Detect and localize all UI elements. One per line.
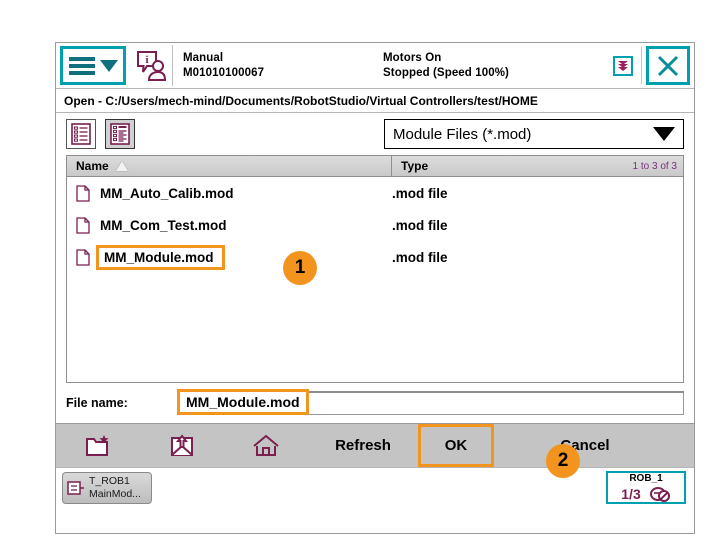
- motors-status-label: Motors On: [383, 52, 442, 64]
- column-header-type-label: Type: [401, 159, 429, 173]
- step-badge-2: 2: [546, 444, 580, 478]
- file-name-input-value: MM_Module.mod: [177, 389, 309, 415]
- controller-id-label: M01010100067: [183, 67, 265, 79]
- task-button-t-rob1[interactable]: T_ROB1 MainMod...: [62, 471, 152, 504]
- file-toolbar: Module Files (*.mod): [56, 113, 694, 155]
- table-row[interactable]: MM_Auto_Calib.mod .mod file: [67, 177, 683, 209]
- motor-status-group: Motors On Stopped (Speed 100%): [383, 52, 613, 79]
- list-view-icon: [71, 123, 91, 145]
- operator-info-icon: i: [137, 50, 166, 81]
- file-row-mm-module[interactable]: MM_Module.mod .mod file: [67, 241, 683, 273]
- task-module-label: MainMod...: [89, 487, 141, 500]
- quickset-fraction-label: 1/3: [621, 485, 641, 502]
- file-name-cell: MM_Com_Test.mod: [100, 218, 392, 233]
- file-type-label: .mod file: [392, 249, 448, 265]
- file-type-filter-value: Module Files (*.mod): [393, 125, 532, 143]
- quickset-row: 1/3: [621, 485, 670, 503]
- list-view-button[interactable]: [66, 119, 96, 149]
- main-menu-button[interactable]: [60, 46, 126, 85]
- ok-button[interactable]: OK: [418, 424, 494, 467]
- quickset-title-label: ROB_1: [629, 472, 663, 484]
- home-icon: [253, 434, 279, 456]
- column-header-name-label: Name: [76, 159, 109, 173]
- file-icon: [76, 216, 100, 234]
- task-program-icon: [67, 480, 84, 495]
- task-name-label: T_ROB1: [89, 475, 130, 488]
- file-name-label: MM_Com_Test.mod: [100, 217, 227, 233]
- home-button[interactable]: [224, 424, 308, 467]
- status-header: i Manual M01010100067 Motors On Stopped …: [56, 43, 694, 89]
- file-name-label: MM_Auto_Calib.mod: [100, 185, 234, 201]
- file-type-label: .mod file: [392, 185, 448, 201]
- hamburger-menu-icon: [68, 56, 95, 75]
- new-folder-button[interactable]: [56, 424, 140, 467]
- new-folder-icon: [86, 434, 109, 456]
- file-name-cell: MM_Module.mod: [96, 244, 392, 270]
- screenshot-root: i Manual M01010100067 Motors On Stopped …: [0, 0, 715, 554]
- svg-text:i: i: [145, 54, 148, 66]
- file-name-field-label: File name:: [66, 396, 128, 410]
- file-list-header: Name Type 1 to 3 of 3: [67, 156, 683, 177]
- breadcrumb: Open - C:/Users/mech-mind/Documents/Robo…: [56, 89, 694, 113]
- record-count-label: 1 to 3 of 3: [632, 160, 677, 172]
- up-one-level-icon: [171, 433, 193, 456]
- up-one-level-button[interactable]: [140, 424, 224, 467]
- file-name-row: File name: MM_Module.mod: [56, 383, 694, 423]
- file-list[interactable]: Name Type 1 to 3 of 3 MM_Auto_Calib.mod: [66, 155, 684, 383]
- operating-mode-label: Manual: [183, 52, 224, 64]
- chevron-down-icon: [653, 127, 675, 141]
- file-type-filter-select[interactable]: Module Files (*.mod): [384, 119, 684, 149]
- detail-view-icon: [110, 123, 130, 145]
- program-pointer-icon: [618, 60, 628, 71]
- file-name-label-selected[interactable]: MM_Module.mod: [96, 244, 225, 270]
- table-row[interactable]: MM_Com_Test.mod .mod file: [67, 209, 683, 241]
- sort-ascending-icon: [115, 161, 128, 171]
- status-panel[interactable]: Manual M01010100067 Motors On Stopped (S…: [172, 45, 641, 86]
- program-pointer-button[interactable]: [613, 55, 633, 76]
- operator-info-button[interactable]: i: [130, 43, 172, 88]
- close-icon: [657, 55, 679, 76]
- file-name-cell: MM_Auto_Calib.mod: [100, 186, 392, 201]
- refresh-button[interactable]: Refresh: [308, 424, 418, 467]
- detail-view-button[interactable]: [105, 119, 135, 149]
- taskbar: T_ROB1 MainMod... ROB_1 1/3: [56, 467, 694, 507]
- close-button[interactable]: [646, 46, 690, 85]
- quickset-widget[interactable]: ROB_1 1/3: [606, 471, 686, 504]
- motion-disabled-icon: [649, 486, 670, 502]
- step-badge-1: 1: [283, 251, 317, 285]
- flexpendant-window: i Manual M01010100067 Motors On Stopped …: [55, 42, 695, 534]
- task-button-labels: T_ROB1 MainMod...: [89, 475, 141, 499]
- header-divider: [641, 47, 642, 84]
- chevron-down-icon: [99, 59, 118, 72]
- file-name-input[interactable]: MM_Module.mod: [177, 389, 684, 415]
- file-icon: [76, 184, 100, 202]
- breadcrumb-path: Open - C:/Users/mech-mind/Documents/Robo…: [64, 93, 538, 108]
- column-header-type[interactable]: Type 1 to 3 of 3: [392, 156, 683, 176]
- operating-mode-group: Manual M01010100067: [183, 52, 383, 79]
- file-type-label: .mod file: [392, 217, 448, 233]
- run-status-label: Stopped (Speed 100%): [383, 67, 509, 79]
- dialog-action-bar: Refresh OK Cancel: [56, 423, 694, 467]
- column-header-name[interactable]: Name: [67, 156, 392, 176]
